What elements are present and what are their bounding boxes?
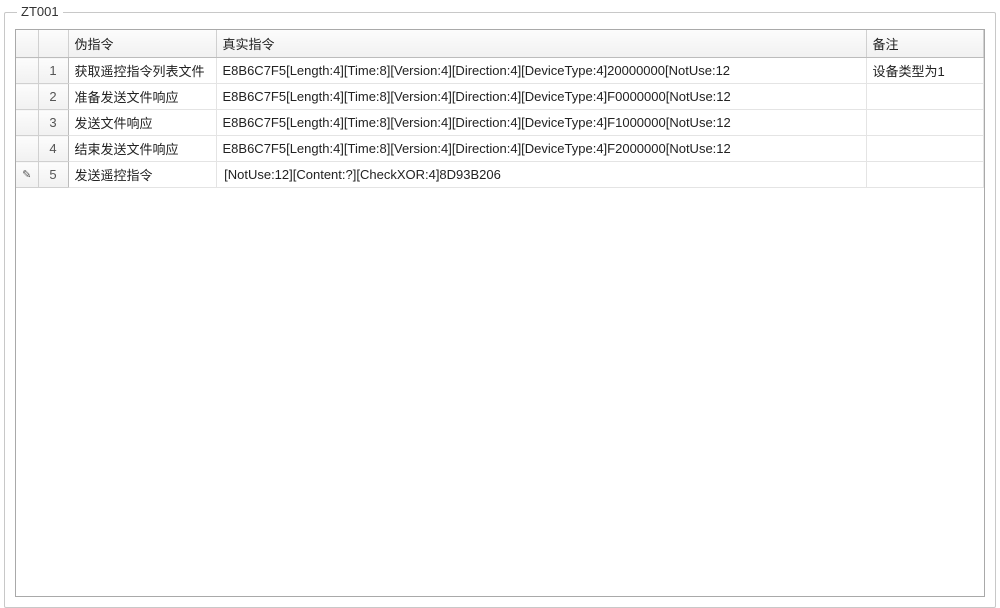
row-marker bbox=[16, 84, 38, 110]
table-row[interactable]: 4 结束发送文件响应 E8B6C7F5[Length:4][Time:8][Ve… bbox=[16, 136, 984, 162]
row-num: 3 bbox=[38, 110, 68, 136]
cell-remark[interactable] bbox=[866, 162, 984, 188]
cell-remark[interactable] bbox=[866, 110, 984, 136]
header-marker[interactable] bbox=[16, 30, 38, 58]
table-row-editing[interactable]: ✎ 5 发送遥控指令 bbox=[16, 162, 984, 188]
cell-pseudo[interactable]: 准备发送文件响应 bbox=[68, 84, 216, 110]
row-marker bbox=[16, 136, 38, 162]
cell-remark[interactable]: 设备类型为1 bbox=[866, 58, 984, 84]
row-num: 1 bbox=[38, 58, 68, 84]
cell-remark[interactable] bbox=[866, 136, 984, 162]
cell-pseudo[interactable]: 获取遥控指令列表文件 bbox=[68, 58, 216, 84]
header-real[interactable]: 真实指令 bbox=[216, 30, 866, 58]
cell-real[interactable]: E8B6C7F5[Length:4][Time:8][Version:4][Di… bbox=[216, 58, 866, 84]
cell-real-editing[interactable] bbox=[216, 162, 866, 188]
cell-pseudo[interactable]: 发送文件响应 bbox=[68, 110, 216, 136]
group-title: ZT001 bbox=[17, 4, 63, 19]
cell-remark[interactable] bbox=[866, 84, 984, 110]
row-num: 4 bbox=[38, 136, 68, 162]
cell-real[interactable]: E8B6C7F5[Length:4][Time:8][Version:4][Di… bbox=[216, 136, 866, 162]
instruction-table[interactable]: 伪指令 真实指令 备注 1 获取遥控指令列表文件 E8B6C7F5[Length… bbox=[16, 30, 984, 188]
row-marker bbox=[16, 110, 38, 136]
header-num[interactable] bbox=[38, 30, 68, 58]
real-instruction-input[interactable] bbox=[219, 166, 864, 183]
cell-real[interactable]: E8B6C7F5[Length:4][Time:8][Version:4][Di… bbox=[216, 110, 866, 136]
table-row[interactable]: 3 发送文件响应 E8B6C7F5[Length:4][Time:8][Vers… bbox=[16, 110, 984, 136]
row-marker bbox=[16, 58, 38, 84]
header-remark[interactable]: 备注 bbox=[866, 30, 984, 58]
edit-row-marker-icon: ✎ bbox=[16, 162, 38, 188]
instruction-table-wrap: 伪指令 真实指令 备注 1 获取遥控指令列表文件 E8B6C7F5[Length… bbox=[15, 29, 985, 597]
cell-real[interactable]: E8B6C7F5[Length:4][Time:8][Version:4][Di… bbox=[216, 84, 866, 110]
table-row[interactable]: 2 准备发送文件响应 E8B6C7F5[Length:4][Time:8][Ve… bbox=[16, 84, 984, 110]
header-row: 伪指令 真实指令 备注 bbox=[16, 30, 984, 58]
table-row[interactable]: 1 获取遥控指令列表文件 E8B6C7F5[Length:4][Time:8][… bbox=[16, 58, 984, 84]
groupbox-zt001: ZT001 伪指令 真实指令 备注 bbox=[4, 12, 996, 608]
header-pseudo[interactable]: 伪指令 bbox=[68, 30, 216, 58]
row-num: 2 bbox=[38, 84, 68, 110]
cell-pseudo[interactable]: 发送遥控指令 bbox=[68, 162, 216, 188]
cell-pseudo[interactable]: 结束发送文件响应 bbox=[68, 136, 216, 162]
row-num: 5 bbox=[38, 162, 68, 188]
